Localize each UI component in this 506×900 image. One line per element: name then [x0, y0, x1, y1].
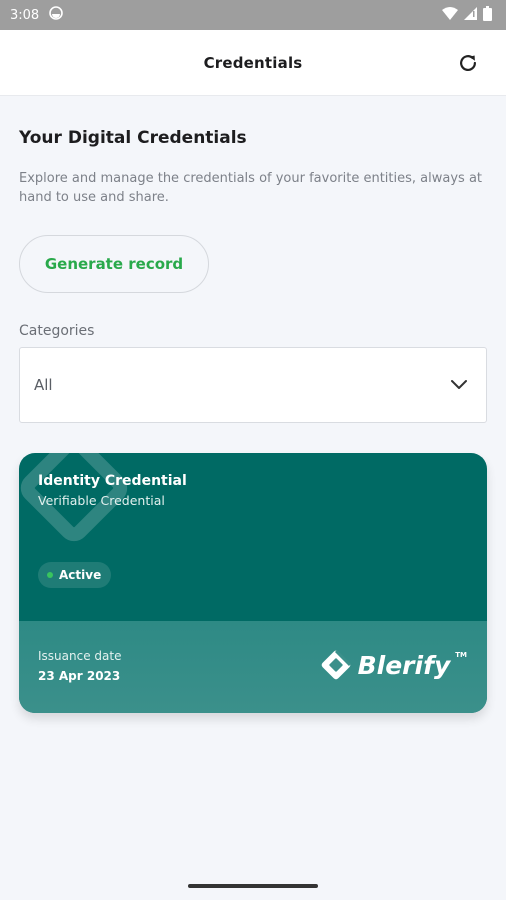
credential-subtitle: Verifiable Credential — [38, 493, 165, 508]
refresh-icon — [460, 54, 476, 71]
status-dot-icon — [47, 572, 53, 578]
app-bar: Credentials — [0, 30, 506, 96]
generate-record-button[interactable]: Generate record — [19, 235, 209, 293]
credential-title: Identity Credential — [38, 473, 187, 489]
battery-icon — [483, 5, 492, 25]
categories-label: Categories — [19, 323, 95, 339]
signal-icon — [464, 6, 477, 24]
brand-logo: Blerify TM — [318, 647, 467, 683]
notification-icon — [49, 6, 64, 24]
home-indicator[interactable] — [188, 884, 318, 888]
status-label: Active — [59, 568, 102, 582]
credential-card[interactable]: Identity Credential Verifiable Credentia… — [19, 453, 487, 713]
brand-trademark: TM — [455, 651, 467, 659]
section-heading: Your Digital Credentials — [19, 128, 247, 148]
wifi-icon — [442, 6, 458, 24]
brand-name: Blerify — [357, 650, 451, 680]
categories-dropdown[interactable]: All — [19, 347, 487, 423]
section-description: Explore and manage the credentials of yo… — [19, 171, 483, 205]
status-badge: Active — [38, 562, 112, 588]
main-content: Your Digital Credentials Explore and man… — [0, 128, 506, 713]
blerify-logo-icon — [321, 649, 351, 680]
card-footer: Issuance date 23 Apr 2023 Blerify TM — [19, 621, 487, 713]
chevron-down-icon — [451, 380, 467, 389]
status-bar: 3:08 — [0, 0, 506, 30]
status-time: 3:08 — [10, 7, 40, 23]
page-title: Credentials — [203, 53, 303, 72]
refresh-button[interactable] — [454, 49, 482, 77]
categories-selected-value: All — [34, 376, 53, 394]
